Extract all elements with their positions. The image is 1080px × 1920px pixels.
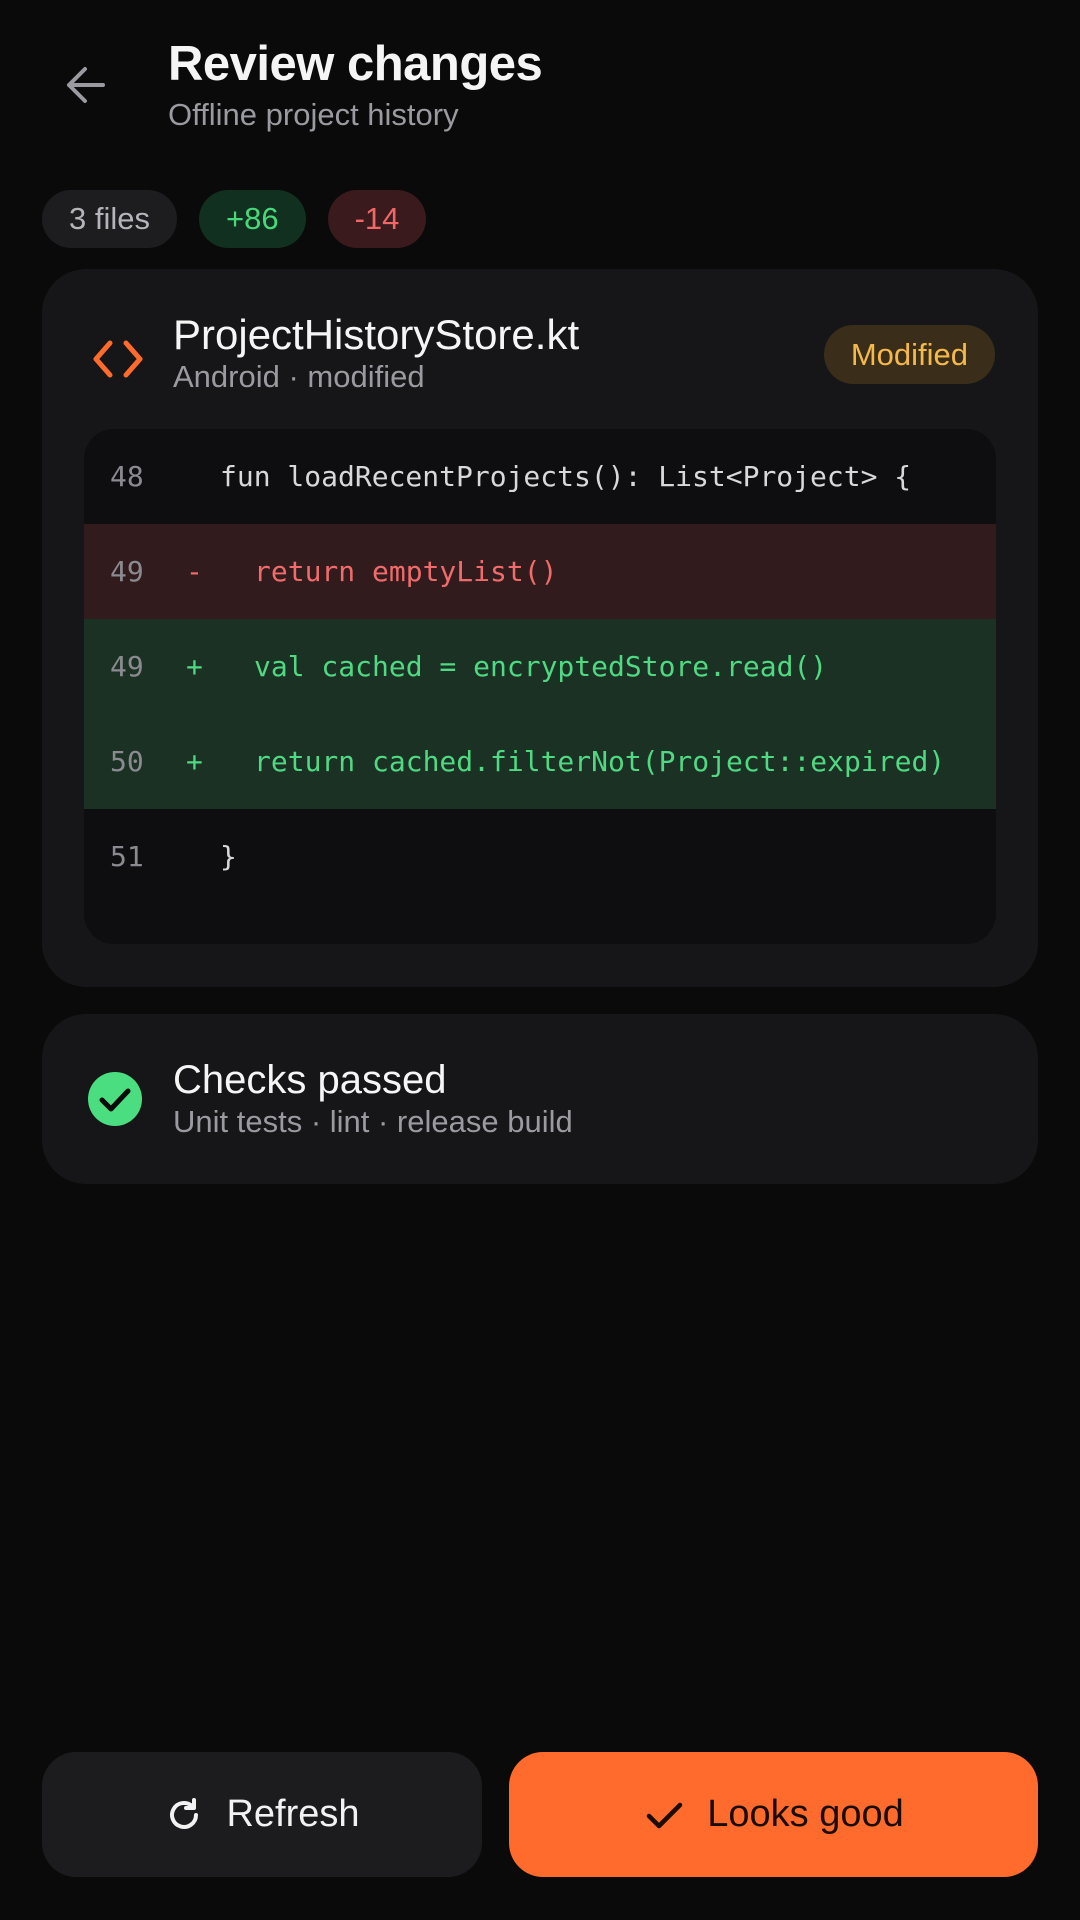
- refresh-button[interactable]: Refresh: [42, 1752, 482, 1877]
- diff-line-added: 49 + val cached = encryptedStore.read(): [84, 619, 996, 714]
- code-text: return cached.filterNot(Project::expired…: [254, 745, 946, 778]
- checkmark-icon: [647, 1802, 683, 1828]
- code-text: return emptyList(): [254, 555, 558, 588]
- line-number: 48: [110, 460, 144, 493]
- arrow-left-icon: [67, 67, 105, 103]
- checks-subtitle: Unit tests · lint · release build: [173, 1104, 573, 1139]
- code-text: fun loadRecentProjects(): List<Project> …: [220, 460, 912, 493]
- app-header: Review changes Offline project history: [0, 0, 1080, 150]
- additions-chip: +86: [198, 190, 306, 248]
- back-button[interactable]: [49, 45, 121, 125]
- diff-sign: -: [186, 555, 203, 588]
- diff-sign: +: [186, 745, 203, 778]
- file-meta: Android · modified: [173, 359, 425, 394]
- diff-line-added: 50 + return cached.filterNot(Project::ex…: [84, 714, 996, 809]
- code-text: }: [220, 840, 237, 873]
- code-icon: [93, 340, 143, 378]
- line-number: 50: [110, 745, 144, 778]
- status-badge: Modified: [823, 325, 995, 384]
- diff-view: 48 fun loadRecentProjects(): List<Projec…: [84, 429, 996, 944]
- page-subtitle: Offline project history: [168, 97, 459, 132]
- files-count-chip: 3 files: [42, 190, 177, 248]
- deletions-chip: -14: [327, 190, 427, 248]
- page-title: Review changes: [168, 37, 543, 91]
- check-circle-icon: [88, 1072, 142, 1126]
- diff-sign: +: [186, 650, 203, 683]
- looks-good-button[interactable]: Looks good: [509, 1752, 1038, 1877]
- refresh-label: Refresh: [226, 1793, 360, 1835]
- checks-card[interactable]: Checks passed Unit tests · lint · releas…: [42, 1014, 1038, 1184]
- checks-title: Checks passed: [173, 1058, 447, 1102]
- diff-line-context: 51 }: [84, 809, 996, 904]
- line-number: 51: [110, 840, 144, 873]
- diff-stats: 3 files +86 -14: [42, 190, 427, 248]
- line-number: 49: [110, 555, 144, 588]
- refresh-icon: [170, 1797, 199, 1829]
- file-diff-card[interactable]: ProjectHistoryStore.kt Android · modifie…: [42, 269, 1038, 987]
- diff-line-deleted: 49 - return emptyList(): [84, 524, 996, 619]
- file-name: ProjectHistoryStore.kt: [173, 311, 580, 358]
- looks-good-label: Looks good: [707, 1793, 904, 1835]
- diff-line-context: 48 fun loadRecentProjects(): List<Projec…: [84, 429, 996, 524]
- line-number: 49: [110, 650, 144, 683]
- code-text: val cached = encryptedStore.read(): [254, 650, 828, 683]
